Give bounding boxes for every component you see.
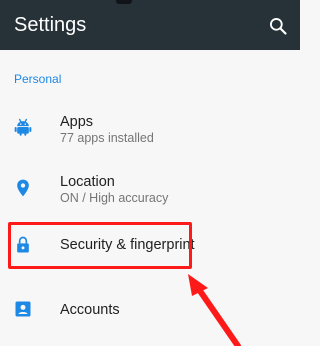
settings-item-summary: 77 apps installed <box>60 131 154 145</box>
location-pin-icon <box>17 179 29 197</box>
status-bar-notch <box>116 0 132 4</box>
settings-item-label: Apps <box>60 114 94 130</box>
settings-item-location[interactable]: Location ON / High accuracy <box>0 160 300 216</box>
settings-item-label: Location <box>60 174 115 190</box>
settings-item-label: Accounts <box>60 302 120 318</box>
android-icon <box>14 118 32 136</box>
settings-item-apps[interactable]: Apps 77 apps installed <box>0 100 300 156</box>
section-header-personal: Personal <box>14 72 62 86</box>
settings-item-summary: ON / High accuracy <box>60 191 169 205</box>
page-title: Settings <box>14 14 87 36</box>
settings-item-accounts[interactable]: Accounts <box>0 284 300 334</box>
search-icon[interactable] <box>268 16 288 36</box>
highlight-box <box>8 222 192 269</box>
app-bar: Settings <box>0 0 300 50</box>
account-box-icon <box>15 301 31 317</box>
